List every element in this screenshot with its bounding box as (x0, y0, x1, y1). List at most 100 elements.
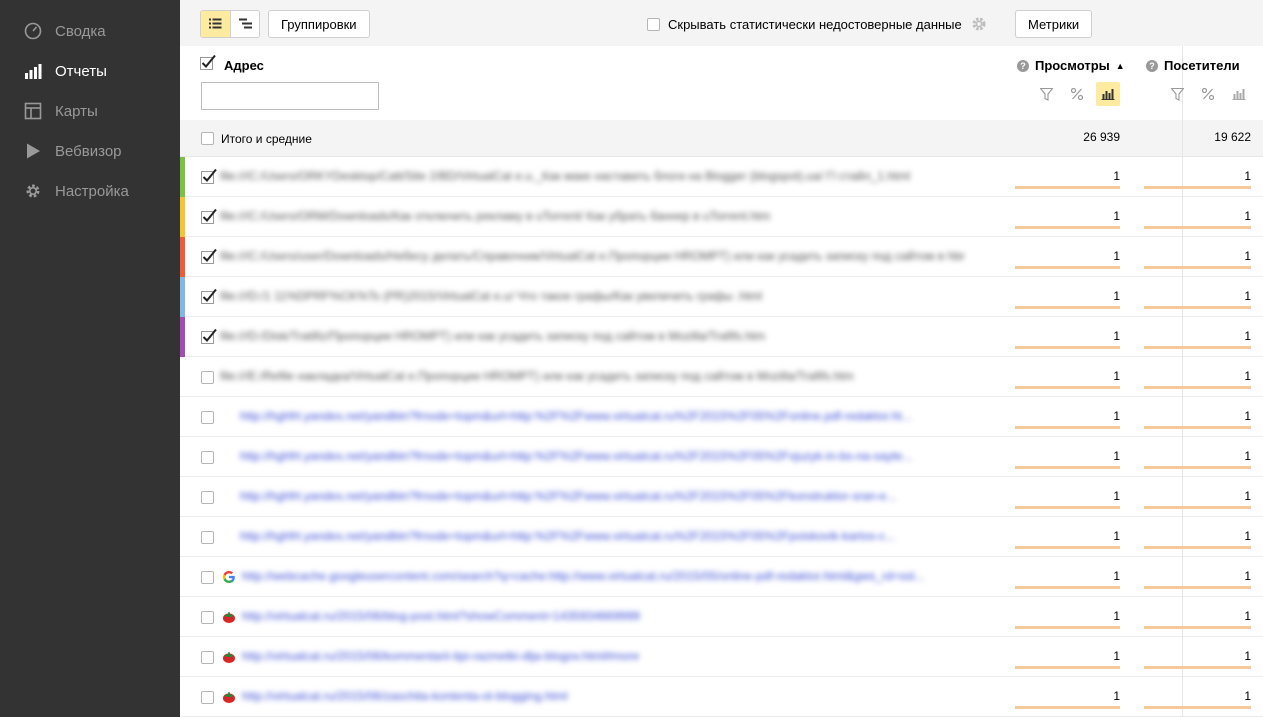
column-divider (1182, 597, 1183, 637)
views-bar (1015, 506, 1120, 509)
row-address: file:///C:/Users/user/Downloads/Небесу д… (220, 249, 965, 263)
gear-icon (24, 182, 42, 200)
bar-chart-icon[interactable] (1096, 82, 1120, 106)
row-checkbox[interactable] (201, 491, 214, 504)
table-row[interactable]: file:///C:/Users/ORM/Downloads/Как отклю… (180, 197, 1263, 237)
sidebar: Сводка Отчеты Карты Вебвизор Настройка (0, 0, 180, 717)
views-column-header[interactable]: ? Просмотры ▲ (1017, 58, 1125, 73)
map-layout-icon (24, 102, 42, 120)
views-bar (1015, 226, 1120, 229)
row-address[interactable]: http://hghfrt.yandex.net/yandbtn?frnode=… (240, 409, 988, 423)
column-divider (1182, 120, 1183, 157)
row-address: file:///E:/Refile накладка/VirtualCat e.… (220, 369, 854, 383)
row-address[interactable]: http://hghfrt.yandex.net/yandbtn?frnode=… (240, 449, 988, 463)
table-row[interactable]: http://hghfrt.yandex.net/yandbtn?frnode=… (180, 517, 1263, 557)
table-row[interactable]: http://hghfrt.yandex.net/yandbtn?frnode=… (180, 397, 1263, 437)
hide-unreliable-toggle[interactable]: Скрывать статистически недостоверные дан… (647, 16, 987, 32)
list-view-button[interactable] (201, 11, 230, 37)
visitors-bar (1144, 546, 1251, 549)
filter-icon[interactable] (1034, 82, 1058, 106)
check-icon[interactable] (201, 168, 217, 184)
table-row[interactable]: http://virtualcat.ru/2015/06/blog-post.h… (180, 597, 1263, 637)
percent-icon[interactable] (1065, 82, 1089, 106)
row-checkbox[interactable] (201, 411, 214, 424)
percent-icon[interactable] (1196, 82, 1220, 106)
row-checkbox[interactable] (201, 651, 214, 664)
check-icon[interactable] (201, 248, 217, 264)
check-icon[interactable] (201, 328, 217, 344)
table-row[interactable]: http://hghfrt.yandex.net/yandbtn?frnode=… (180, 437, 1263, 477)
check-icon[interactable] (201, 288, 217, 304)
row-visitors: 1 (1244, 449, 1251, 463)
row-views: 1 (1113, 409, 1120, 423)
row-checkbox[interactable] (201, 531, 214, 544)
row-checkbox[interactable] (201, 691, 214, 704)
table-row[interactable]: http://webcache.googleusercontent.com/se… (180, 557, 1263, 597)
row-views: 1 (1113, 169, 1120, 183)
column-divider (1182, 677, 1183, 717)
help-icon[interactable]: ? (1017, 59, 1029, 72)
sidebar-item-reports[interactable]: Отчеты (0, 51, 180, 91)
row-views: 1 (1113, 209, 1120, 223)
help-icon[interactable]: ? (1146, 59, 1158, 72)
groupings-button[interactable]: Группировки (268, 10, 370, 38)
views-bar (1015, 266, 1120, 269)
table-row[interactable]: file:///C:/Users/user/Downloads/Небесу д… (180, 237, 1263, 277)
row-address[interactable]: http://virtualcat.ru/2015/06/kommentarii… (242, 649, 988, 663)
table-row[interactable]: file:///D:/Disk/Tratifiz/Пропорции HROMP… (180, 317, 1263, 357)
bar-chart-icon[interactable] (1227, 82, 1251, 106)
check-icon[interactable] (200, 54, 216, 73)
row-checkbox[interactable] (201, 571, 214, 584)
view-mode-switch (200, 10, 260, 38)
sidebar-item-summary[interactable]: Сводка (0, 11, 180, 51)
table-row[interactable]: http://virtualcat.ru/2015/06/zaschita-ko… (180, 677, 1263, 717)
sidebar-item-webvisor[interactable]: Вебвизор (0, 131, 180, 171)
row-address: file:///D:/1 11%DPRF%CK%Ts (PR)2015/Virt… (220, 289, 763, 303)
row-views: 1 (1113, 689, 1120, 703)
totals-checkbox[interactable] (201, 132, 214, 145)
row-checkbox[interactable] (201, 451, 214, 464)
row-address[interactable]: http://hghfrt.yandex.net/yandbtn?frnode=… (240, 529, 988, 543)
play-icon (24, 142, 42, 160)
row-address[interactable]: http://virtualcat.ru/2015/06/blog-post.h… (242, 609, 988, 623)
sidebar-item-settings[interactable]: Настройка (0, 171, 180, 211)
visitors-column-header[interactable]: ? Посетители (1146, 58, 1240, 73)
table-row[interactable]: file:///D:/1 11%DPRF%CK%Ts (PR)2015/Virt… (180, 277, 1263, 317)
row-checkbox[interactable] (201, 611, 214, 624)
tomato-icon (222, 610, 236, 624)
table-header: Адрес ? Просмотры ▲ ? Посетители (180, 46, 1263, 120)
hide-unreliable-checkbox[interactable] (647, 17, 660, 31)
sidebar-item-label: Сводка (55, 22, 106, 40)
row-address[interactable]: http://webcache.googleusercontent.com/se… (242, 569, 988, 583)
table-row[interactable]: http://hghfrt.yandex.net/yandbtn?frnode=… (180, 477, 1263, 517)
row-visitors: 1 (1244, 609, 1251, 623)
table-row[interactable]: http://virtualcat.ru/2015/06/kommentarii… (180, 637, 1263, 677)
totals-visitors: 19 622 (1214, 130, 1251, 144)
gear-icon[interactable] (971, 16, 987, 32)
row-address[interactable]: http://virtualcat.ru/2015/06/zaschita-ko… (242, 689, 988, 703)
row-visitors: 1 (1244, 689, 1251, 703)
views-column-tools (1027, 82, 1120, 106)
row-views: 1 (1113, 569, 1120, 583)
visitors-bar (1144, 266, 1251, 269)
row-address[interactable]: http://hghfrt.yandex.net/yandbtn?frnode=… (240, 489, 988, 503)
totals-label: Итого и средние (221, 132, 312, 146)
column-divider (1182, 397, 1183, 437)
check-icon[interactable] (201, 208, 217, 224)
metrics-button[interactable]: Метрики (1015, 10, 1093, 38)
visitors-bar (1144, 306, 1251, 309)
sidebar-item-label: Настройка (55, 182, 129, 200)
row-visitors: 1 (1244, 409, 1251, 423)
table-row[interactable]: file:///E:/Refile накладка/VirtualCat e.… (180, 357, 1263, 397)
series-color-strip (180, 197, 185, 237)
row-visitors: 1 (1244, 369, 1251, 383)
address-filter-input[interactable] (201, 82, 379, 110)
sidebar-item-maps[interactable]: Карты (0, 91, 180, 131)
row-visitors: 1 (1244, 329, 1251, 343)
column-divider (1182, 277, 1183, 317)
row-checkbox[interactable] (201, 371, 214, 384)
table-row[interactable]: file:///C:/Users/ORKYDesktop/Catt/Site 2… (180, 157, 1263, 197)
filter-icon[interactable] (1165, 82, 1189, 106)
views-column-label: Просмотры (1035, 58, 1110, 73)
tree-view-button[interactable] (230, 11, 259, 37)
